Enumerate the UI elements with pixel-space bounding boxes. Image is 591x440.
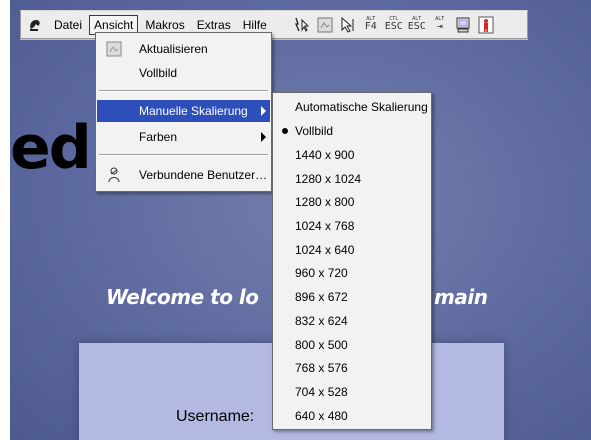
manuelle-skalierung-submenu: Automatische Skalierung Vollbild 1440 x …	[272, 92, 432, 430]
ctrl-esc-bottom: ESC	[384, 21, 403, 32]
scale-option-1024x768[interactable]: 1024 x 768	[273, 214, 431, 238]
user-figure-icon[interactable]	[476, 15, 496, 35]
connection-logo-icon[interactable]	[27, 17, 43, 33]
scale-option-automatic[interactable]: Automatische Skalierung	[273, 95, 431, 119]
scale-option-label: Vollbild	[295, 123, 334, 138]
submenu-arrow-icon	[261, 132, 266, 142]
refresh-icon	[106, 41, 122, 57]
menu-item-label: Vollbild	[139, 66, 178, 80]
scale-option-768x576[interactable]: 768 x 576	[273, 356, 431, 380]
scale-option-832x624[interactable]: 832 x 624	[273, 309, 431, 333]
alt-esc-key-icon[interactable]: ALT ESC	[407, 15, 427, 35]
menu-separator	[99, 154, 268, 156]
remote-logo-text: ed	[10, 113, 92, 183]
scale-option-640x480[interactable]: 640 x 480	[273, 404, 431, 428]
toolbar-tools: ALT F4 CTL ESC ALT ESC ALT ⇥	[292, 15, 499, 35]
ansicht-dropdown-menu: Aktualisieren Vollbild Manuelle Skalieru…	[95, 32, 272, 192]
menu-item-label: Verbundene Benutzer…	[139, 168, 268, 182]
menu-item-verbundene-benutzer[interactable]: Verbundene Benutzer…	[97, 164, 270, 186]
scale-option-label: 704 x 528	[295, 384, 348, 399]
scale-option-label: 1440 x 900	[295, 147, 355, 162]
menu-item-manuelle-skalierung[interactable]: Manuelle Skalierung	[97, 100, 270, 122]
alt-f4-key-icon[interactable]: ALT F4	[361, 15, 381, 35]
welcome-text-left: Welcome to lo	[106, 285, 259, 309]
alt-esc-bottom: ESC	[407, 21, 426, 32]
monitor-icon[interactable]	[453, 15, 473, 35]
scale-option-label: 640 x 480	[295, 408, 348, 423]
menu-datei[interactable]: Datei	[49, 15, 87, 35]
alt-tab-bottom: ⇥	[436, 21, 443, 32]
scale-option-1280x800[interactable]: 1280 x 800	[273, 190, 431, 214]
checked-bullet-icon	[282, 128, 288, 134]
scale-option-896x672[interactable]: 896 x 672	[273, 285, 431, 309]
menu-item-farben[interactable]: Farben	[97, 126, 270, 148]
submenu-arrow-icon	[261, 106, 266, 116]
menu-separator	[99, 90, 268, 92]
scale-option-label: 1280 x 800	[295, 194, 355, 209]
scale-option-label: 1280 x 1024	[295, 171, 362, 186]
username-label: Username:	[176, 408, 255, 425]
pointer-lightning-icon[interactable]	[292, 15, 312, 35]
menu-item-label: Farben	[139, 130, 178, 144]
cursor-arrow-icon[interactable]	[338, 15, 358, 35]
scale-option-label: 800 x 500	[295, 337, 348, 352]
ctrl-esc-key-icon[interactable]: CTL ESC	[384, 15, 404, 35]
scale-option-960x720[interactable]: 960 x 720	[273, 261, 431, 285]
scale-option-1440x900[interactable]: 1440 x 900	[273, 143, 431, 167]
scale-option-800x500[interactable]: 800 x 500	[273, 333, 431, 357]
scale-option-label: 768 x 576	[295, 360, 348, 375]
welcome-text-right: main	[434, 285, 488, 309]
alt-f4-bottom: F4	[364, 21, 377, 32]
scale-option-label: 960 x 720	[295, 265, 348, 280]
scale-option-1024x640[interactable]: 1024 x 640	[273, 238, 431, 262]
menu-item-label: Manuelle Skalierung	[139, 104, 248, 118]
scale-option-1280x1024[interactable]: 1280 x 1024	[273, 167, 431, 191]
scale-option-label: Automatische Skalierung	[295, 99, 428, 114]
menu-item-vollbild[interactable]: Vollbild	[97, 62, 270, 84]
welcome-text-left-clip: Welcome to lo	[106, 285, 272, 309]
welcome-text-right-clip: main	[430, 285, 510, 309]
scale-option-704x528[interactable]: 704 x 528	[273, 380, 431, 404]
scale-option-label: 896 x 672	[295, 289, 348, 304]
users-icon	[106, 167, 122, 183]
window-left-edge	[0, 0, 10, 440]
menu-item-aktualisieren[interactable]: Aktualisieren	[97, 38, 270, 60]
image-refresh-icon[interactable]	[315, 15, 335, 35]
menu-item-label: Aktualisieren	[139, 42, 208, 56]
scale-option-label: 1024 x 768	[295, 218, 355, 233]
alt-tab-key-icon[interactable]: ALT ⇥	[430, 15, 450, 35]
scale-option-label: 832 x 624	[295, 313, 348, 328]
scale-option-label: 1024 x 640	[295, 242, 355, 257]
scale-option-vollbild[interactable]: Vollbild	[273, 119, 431, 143]
